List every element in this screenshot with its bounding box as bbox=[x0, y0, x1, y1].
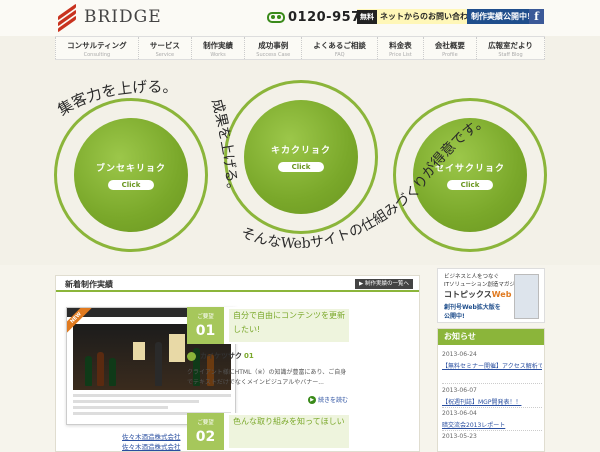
nav-sublabel: FAQ bbox=[334, 52, 345, 58]
nav-item-profile[interactable]: 会社概要 Profile bbox=[422, 37, 476, 59]
read-more-link[interactable]: ▶ 続きを読む bbox=[308, 395, 348, 404]
news-link[interactable]: 【祝週刊誌】MGP開発表！！ bbox=[442, 397, 542, 406]
svg-text:そんなWebサイトの仕組みづくりが得意です。: そんなWebサイトの仕組みづくりが得意です。 bbox=[239, 113, 491, 253]
news-link[interactable]: 【無料セミナー開催】アクセス解析で売上につなげるサイト改善 bbox=[442, 361, 542, 370]
nav-sublabel: Service bbox=[155, 52, 175, 58]
nav-item-faq[interactable]: よくあるご相談 FAQ bbox=[301, 37, 377, 59]
contact-free-tag: 無料 bbox=[357, 9, 377, 24]
hero: ブンセキリョク Click キカクリョク Click セイサクリョク Click… bbox=[0, 60, 600, 265]
nav-sublabel: Profile bbox=[442, 52, 458, 58]
nav-item-service[interactable]: サービス Service bbox=[137, 37, 191, 59]
news-item[interactable]: 2013-06-07 【祝週刊誌】MGP開発表！！ bbox=[442, 387, 542, 406]
arrow-right-icon: ▶ bbox=[308, 395, 316, 404]
news-date: 2013-05-23 bbox=[442, 433, 477, 440]
nav-label: 制作実績 bbox=[203, 41, 234, 50]
nav-label: コンサルティング bbox=[67, 41, 127, 50]
news-item[interactable]: 2013-05-23 bbox=[442, 433, 542, 440]
request-label: ご要望 bbox=[197, 314, 214, 320]
nav-label: 広報室だより bbox=[488, 41, 533, 50]
news-item[interactable]: 2013-06-04 暗交流会2013レポート bbox=[442, 410, 542, 429]
request-number: 02 bbox=[195, 429, 216, 445]
logo[interactable]: BRIDGE bbox=[56, 3, 162, 33]
site-header: BRIDGE 0120-957-593 無料 ネットからのお問い合わせ 制作実績… bbox=[0, 0, 600, 36]
news-divider bbox=[442, 430, 542, 431]
solution-number: 01 bbox=[244, 352, 254, 360]
contact-label: ネットからのお問い合わせ bbox=[380, 12, 476, 21]
logo-mark-icon bbox=[56, 3, 78, 33]
request-card-01[interactable]: ご要望 01 自分で自由にコンテンツを更新したい! bbox=[187, 307, 350, 344]
banner-title: コトピックスWeb bbox=[444, 289, 511, 300]
works-open-label: 制作実績公開中! bbox=[471, 12, 531, 21]
works-header: 新着制作実績 ▶ 制作実績の一覧へ bbox=[56, 276, 419, 292]
nav-sublabel: Price List bbox=[389, 52, 412, 58]
hero-arc-text-3: そんなWebサイトの仕組みづくりが得意です。 bbox=[239, 113, 491, 253]
nav-item-consulting[interactable]: コンサルティング Consulting bbox=[55, 37, 138, 59]
request-number: 01 bbox=[195, 323, 216, 339]
nav-item-price[interactable]: 料金表 Price List bbox=[377, 37, 423, 59]
hero-arc-text: 集客力を上げる。 成果を上げる。 そんなWebサイトの仕組みづくりが得意です。 bbox=[55, 78, 491, 253]
news-date: 2013-06-04 bbox=[442, 410, 477, 417]
nav-item-works[interactable]: 制作実績 Works bbox=[190, 37, 244, 59]
banner-line-4: 公開中! bbox=[444, 313, 465, 320]
news-divider bbox=[442, 383, 542, 384]
free-dial-icon bbox=[267, 12, 285, 23]
facebook-icon[interactable]: f bbox=[529, 9, 544, 24]
request-number-box: ご要望 01 bbox=[187, 307, 224, 344]
banner-line-3: 創刊号Web拡大版を bbox=[444, 304, 501, 311]
client-link[interactable]: 佐々木酒造株式会社 bbox=[122, 431, 181, 441]
nav-label: 成功事例 bbox=[258, 41, 289, 50]
request-text: 色んな取り組みを知ってほしい bbox=[229, 415, 349, 448]
request-card-02[interactable]: ご要望 02 色んな取り組みを知ってほしい bbox=[187, 413, 350, 450]
magazine-cover-image bbox=[514, 274, 539, 319]
nav-sublabel: Consulting bbox=[83, 52, 111, 58]
nav-sublabel: Staff Blog bbox=[498, 52, 523, 58]
nav-label: サービス bbox=[149, 41, 180, 50]
solution-heading: カイケツサク 01 bbox=[187, 351, 254, 361]
news-link[interactable]: 暗交流会2013レポート bbox=[442, 420, 542, 429]
solution-description: クライアント様にHTML（※）の知識が豊富にあり、ご自身でテキストだけでなくメイ… bbox=[187, 369, 347, 386]
nav-item-success[interactable]: 成功事例 Success Case bbox=[244, 37, 301, 59]
news-date: 2013-06-24 bbox=[442, 351, 477, 358]
hero-arc-text-1: 集客力を上げる。 bbox=[55, 78, 179, 119]
request-label: ご要望 bbox=[197, 420, 214, 426]
banner-title-web: Web bbox=[491, 290, 512, 299]
news-divider bbox=[442, 407, 542, 408]
global-nav: コンサルティング Consulting サービス Service 制作実績 Works… bbox=[55, 36, 546, 60]
request-number-box: ご要望 02 bbox=[187, 413, 224, 450]
lightbulb-icon bbox=[187, 351, 196, 361]
works-all-button[interactable]: ▶ 制作実績の一覧へ bbox=[355, 279, 413, 289]
request-text: 自分で自由にコンテンツを更新したい! bbox=[229, 309, 349, 342]
news-title: お知らせ bbox=[438, 329, 544, 345]
svg-text:成果を上げる。: 成果を上げる。 bbox=[208, 97, 240, 197]
nav-label: 料金表 bbox=[389, 41, 412, 50]
solution-label: カイケツサク bbox=[200, 352, 242, 360]
hero-arc-text-2: 成果を上げる。 bbox=[208, 97, 240, 197]
nav-sublabel: Success Case bbox=[256, 52, 291, 58]
client-link[interactable]: 佐々木酒造株式会社 bbox=[122, 441, 181, 451]
logo-text: BRIDGE bbox=[84, 7, 162, 27]
banner-line-2: ITソリューション創造マガジン bbox=[444, 282, 521, 288]
banner-line-1: ビジネスと人をつなぐ bbox=[444, 274, 500, 280]
works-title: 新着制作実績 bbox=[65, 280, 113, 289]
works-open-button[interactable]: 制作実績公開中! f bbox=[467, 9, 544, 24]
magazine-banner[interactable]: ビジネスと人をつなぐ ITソリューション創造マガジン コトピックスWeb 創刊号… bbox=[437, 268, 545, 323]
nav-label: よくあるご相談 bbox=[313, 41, 366, 50]
contact-button[interactable]: 無料 ネットからのお問い合わせ bbox=[357, 9, 480, 24]
svg-text:集客力を上げる。: 集客力を上げる。 bbox=[55, 78, 179, 119]
read-more-label: 続きを読む bbox=[318, 397, 349, 404]
banner-title-main: コトピックス bbox=[444, 290, 492, 299]
news-item[interactable]: 2013-06-24 【無料セミナー開催】アクセス解析で売上につなげるサイト改善 bbox=[442, 351, 542, 370]
news-date: 2013-06-07 bbox=[442, 387, 477, 394]
nav-label: 会社概要 bbox=[434, 41, 465, 50]
nav-sublabel: Works bbox=[210, 52, 226, 58]
news-panel: お知らせ 2013-06-24 【無料セミナー開催】アクセス解析で売上につなげる… bbox=[437, 328, 545, 452]
nav-item-blog[interactable]: 広報室だより Staff Blog bbox=[475, 37, 546, 59]
